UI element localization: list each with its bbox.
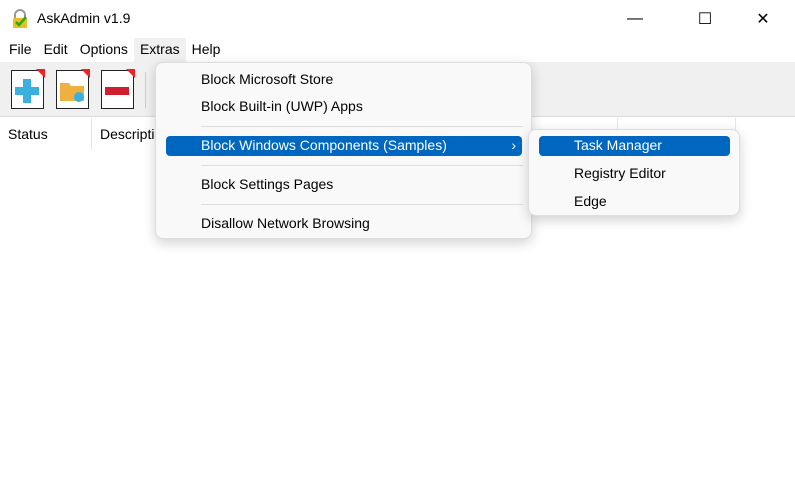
maximize-button[interactable]: ☐ — [682, 0, 728, 38]
toolbar-separator — [145, 72, 146, 108]
close-button[interactable]: ✕ — [740, 0, 786, 38]
menu-separator — [201, 165, 523, 166]
menu-file[interactable]: File — [3, 38, 38, 62]
extras-dropdown-menu: Block Microsoft Store Block Built-in (UW… — [155, 62, 532, 239]
menu-edit[interactable]: Edit — [38, 38, 74, 62]
submenu-item-edge[interactable]: Edge — [539, 192, 730, 212]
components-submenu: Task Manager Registry Editor Edge — [528, 129, 740, 216]
menu-item-block-microsoft-store[interactable]: Block Microsoft Store — [166, 70, 522, 90]
submenu-item-registry-editor[interactable]: Registry Editor — [539, 164, 730, 184]
window-title: AskAdmin v1.9 — [37, 10, 131, 26]
menu-separator — [201, 204, 523, 205]
submenu-item-task-manager[interactable]: Task Manager — [539, 136, 730, 156]
menu-item-label: Block Windows Components (Samples) — [201, 137, 447, 153]
menu-options[interactable]: Options — [74, 38, 134, 62]
menu-bar: File Edit Options Extras Help — [0, 38, 795, 62]
menu-separator — [201, 126, 523, 127]
menu-extras[interactable]: Extras — [133, 38, 186, 62]
column-status[interactable]: Status — [0, 118, 92, 150]
menu-item-block-windows-components[interactable]: Block Windows Components (Samples) › — [166, 136, 522, 156]
menu-item-block-uwp-apps[interactable]: Block Built-in (UWP) Apps — [166, 97, 522, 117]
add-icon — [15, 79, 39, 103]
remove-icon — [105, 87, 129, 95]
menu-item-disallow-network-browsing[interactable]: Disallow Network Browsing — [166, 214, 522, 234]
title-bar: AskAdmin v1.9 — ☐ ✕ — [0, 0, 795, 38]
add-button[interactable] — [11, 69, 45, 109]
app-lock-icon — [13, 9, 27, 28]
add-folder-icon — [60, 83, 84, 102]
chevron-right-icon: › — [511, 137, 516, 153]
minimize-button[interactable]: — — [612, 0, 658, 38]
menu-help[interactable]: Help — [186, 38, 227, 62]
add-folder-button[interactable] — [56, 69, 90, 109]
remove-button[interactable] — [101, 69, 135, 109]
menu-item-block-settings-pages[interactable]: Block Settings Pages — [166, 175, 522, 195]
